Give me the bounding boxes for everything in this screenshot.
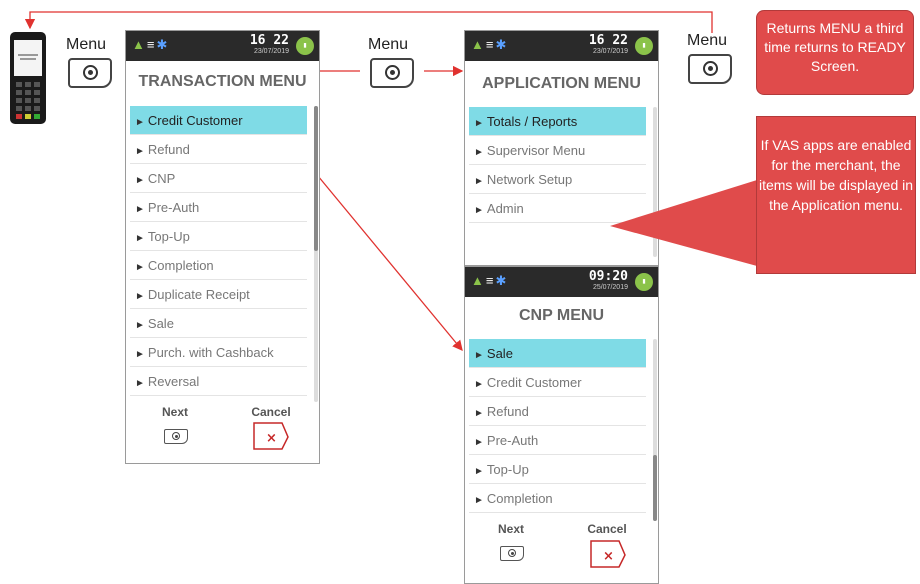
play-arrow-icon: ► [474,437,484,448]
menu-item[interactable]: ► Top-Up [469,455,646,484]
status-bar: ▲≡✱ 16 22 23/07/2019 ▮ [465,31,658,61]
menu-item[interactable]: ► Refund [469,397,646,426]
play-arrow-icon: ► [135,349,145,360]
status-date: 23/07/2019 [592,48,628,55]
battery-icon: ▮ [296,37,314,55]
cancel-key-icon[interactable]: × [589,539,627,569]
screen-title: TRANSACTION MENU [138,73,307,90]
menu-item-label: Sale [147,316,174,331]
play-arrow-icon: ► [474,466,484,477]
battery-icon: ▮ [635,37,653,55]
play-arrow-icon: ► [135,117,145,128]
menu-item[interactable]: ► Pre-Auth [130,193,307,222]
screen-title: APPLICATION MENU [482,75,641,92]
menu-item[interactable]: ► Top-Up [130,222,307,251]
menu-item-label: Network Setup [486,172,573,187]
cnp-menu-screen: ▲≡✱ 09:20 25/07/2019 ▮ CNP MENU ► Sale ► Cr… [464,266,659,584]
menu-item[interactable]: ► CNP [130,164,307,193]
play-arrow-icon: ► [474,408,484,419]
menu-item-label: CNP [147,171,176,186]
menu-item-label: Completion [486,491,553,506]
callout-pointer [610,180,757,266]
menu-item[interactable]: ► Sale [469,339,646,368]
next-label: Next [497,522,524,536]
terminal-device-icon [10,32,46,124]
next-key-icon[interactable] [164,429,188,444]
play-arrow-icon: ► [474,118,484,129]
menu-item-label: Credit Customer [486,375,582,390]
next-key-icon[interactable] [500,546,524,561]
status-time: 16 22 [588,33,628,48]
menu-item-label: Pre-Auth [486,433,539,448]
menu-item[interactable]: ► Credit Customer [130,106,307,135]
arrow-cnp-to-cnp-menu [317,175,463,352]
menu-item-label: Refund [147,142,190,157]
menu-item-label: Duplicate Receipt [147,287,250,302]
menu-item[interactable]: ► Completion [130,251,307,280]
callout-vas-apps: If VAS apps are enabled for the merchant… [756,116,916,274]
scrollbar[interactable] [653,339,657,521]
callout-return-to-ready: Returns MENU a third time returns to REA… [756,10,914,95]
signal-wifi-bluetooth-icons: ▲≡✱ [471,273,509,288]
status-bar: ▲≡✱ 16 22 23/07/2019 ▮ [126,31,319,61]
menu-key-icon[interactable] [688,54,732,84]
transaction-menu-list: ► Credit Customer ► Refund ► CNP ► Pre-Auth ► Top… [130,106,307,396]
play-arrow-icon: ► [135,291,145,302]
play-arrow-icon: ► [474,379,484,390]
menu-key-label-1: Menu [66,36,107,53]
menu-item[interactable]: ► Totals / Reports [469,107,646,136]
play-arrow-icon: ► [474,350,484,361]
play-arrow-icon: ► [474,205,484,216]
play-arrow-icon: ► [474,147,484,158]
play-arrow-icon: ► [135,378,145,389]
menu-item-label: Sale [486,346,513,361]
menu-item[interactable]: ► Supervisor Menu [469,136,646,165]
menu-item-label: Purch. with Cashback [147,345,274,360]
menu-item[interactable]: ► Reversal [130,367,307,396]
menu-item-label: Top-Up [147,229,190,244]
cancel-label: Cancel [587,522,627,536]
menu-key-icon[interactable] [68,58,112,88]
menu-item-label: Credit Customer [147,113,243,128]
play-arrow-icon: ► [474,176,484,187]
play-arrow-icon: ► [135,146,145,157]
play-arrow-icon: ► [135,320,145,331]
cancel-label: Cancel [251,405,291,419]
cancel-key-icon[interactable]: × [252,421,290,451]
svg-text:×: × [603,549,614,564]
status-time: 16 22 [249,33,289,48]
menu-item[interactable]: ► Pre-Auth [469,426,646,455]
menu-key-label-3: Menu [687,32,728,49]
menu-item-label: Admin [486,201,524,216]
menu-item[interactable]: ► Refund [130,135,307,164]
play-arrow-icon: ► [135,233,145,244]
menu-item[interactable]: ► Completion [469,484,646,513]
menu-item-label: Reversal [147,374,200,389]
menu-item-label: Top-Up [486,462,529,477]
menu-item-label: Pre-Auth [147,200,200,215]
scrollbar[interactable] [314,106,318,402]
play-arrow-icon: ► [474,495,484,506]
menu-item[interactable]: ► Purch. with Cashback [130,338,307,367]
signal-wifi-bluetooth-icons: ▲≡✱ [471,37,509,52]
status-date: 23/07/2019 [253,48,289,55]
menu-key-icon[interactable] [370,58,414,88]
menu-item-label: Supervisor Menu [486,143,586,158]
menu-key-label-2: Menu [368,36,409,53]
menu-item-label: Totals / Reports [486,114,578,129]
menu-item[interactable]: ► Credit Customer [469,368,646,397]
next-label: Next [161,405,188,419]
menu-item-label: Completion [147,258,214,273]
transaction-menu-screen: ▲≡✱ 16 22 23/07/2019 ▮ TRANSACTION MENU … [125,30,320,464]
play-arrow-icon: ► [135,175,145,186]
play-arrow-icon: ► [135,204,145,215]
screen-title: CNP MENU [518,307,605,324]
menu-item[interactable]: ► Sale [130,309,307,338]
menu-item[interactable]: ► Duplicate Receipt [130,280,307,309]
play-arrow-icon: ► [135,262,145,273]
signal-wifi-bluetooth-icons: ▲≡✱ [132,37,170,52]
menu-item-label: Refund [486,404,529,419]
cnp-menu-list: ► Sale ► Credit Customer ► Refund ► Pre-Auth ► To… [469,339,646,513]
svg-text:×: × [266,431,277,446]
